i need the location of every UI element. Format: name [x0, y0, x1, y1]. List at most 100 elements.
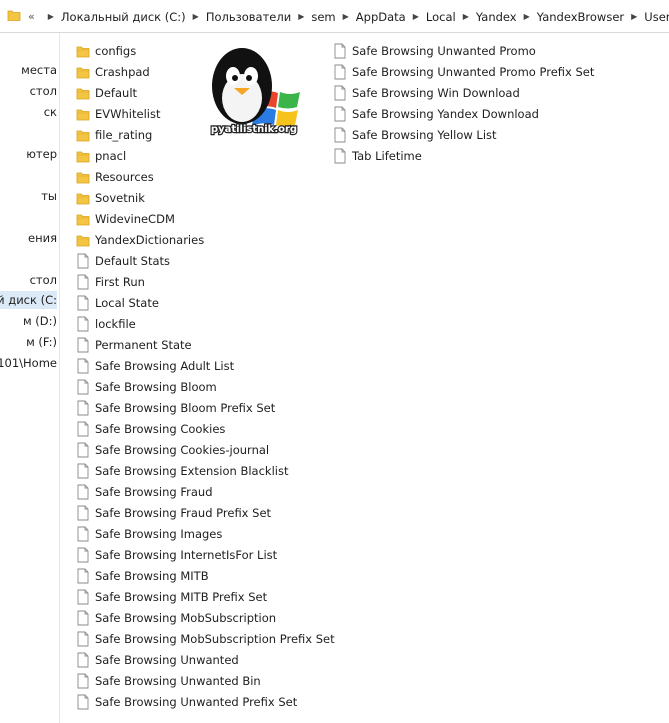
file-item[interactable]: Safe Browsing Unwanted Promo — [333, 40, 594, 61]
navigation-pane: места стол ск ютер ты ения стол й диск (C: м (D:… — [0, 33, 60, 723]
folder-icon — [76, 85, 90, 101]
nav-item[interactable]: м (D:) — [23, 312, 57, 330]
file-item[interactable]: Safe Browsing Bloom — [76, 376, 335, 397]
file-item[interactable]: Safe Browsing Unwanted Bin — [76, 670, 335, 691]
nav-item[interactable]: ения — [28, 229, 57, 247]
item-name: Safe Browsing Fraud Prefix Set — [95, 505, 272, 520]
file-item[interactable]: Safe Browsing MobSubscription Prefix Set — [76, 628, 335, 649]
file-icon — [333, 127, 347, 143]
item-name: Safe Browsing Extension Blacklist — [95, 463, 289, 478]
folder-icon — [76, 106, 90, 122]
nav-item[interactable]: стол — [30, 82, 57, 100]
breadcrumb-item[interactable]: AppData — [356, 10, 406, 24]
item-name: Resources — [95, 169, 154, 184]
item-name: Crashpad — [95, 64, 150, 79]
file-icon — [76, 610, 90, 626]
breadcrumb-item[interactable]: Yandex — [476, 10, 517, 24]
folder-item[interactable]: Resources — [76, 166, 335, 187]
breadcrumb-item[interactable]: sem — [311, 10, 335, 24]
folder-item[interactable]: WidevineCDM — [76, 208, 335, 229]
file-item[interactable]: lockfile — [76, 313, 335, 334]
item-name: Safe Browsing Bloom Prefix Set — [95, 400, 276, 415]
breadcrumb-separator-icon[interactable]: ▶ — [413, 12, 419, 21]
breadcrumb-separator-icon[interactable]: ▶ — [48, 12, 54, 21]
folder-icon — [76, 211, 90, 227]
file-item[interactable]: Safe Browsing MobSubscription — [76, 607, 335, 628]
breadcrumb-item[interactable]: YandexBrowser — [537, 10, 624, 24]
breadcrumb-item[interactable]: Local — [426, 10, 456, 24]
file-item[interactable]: Safe Browsing Fraud — [76, 481, 335, 502]
breadcrumb-item[interactable]: Пользователи — [206, 10, 291, 24]
item-name: Local State — [95, 295, 159, 310]
breadcrumb-separator-icon[interactable]: ▶ — [524, 12, 530, 21]
breadcrumb-separator-icon[interactable]: ▶ — [463, 12, 469, 21]
folder-icon — [7, 8, 21, 22]
file-item[interactable]: Safe Browsing Bloom Prefix Set — [76, 397, 335, 418]
folder-icon — [76, 64, 90, 80]
file-item[interactable]: Safe Browsing Unwanted Prefix Set — [76, 691, 335, 712]
file-icon — [76, 484, 90, 500]
file-item[interactable]: Safe Browsing MITB — [76, 565, 335, 586]
item-name: Safe Browsing MobSubscription Prefix Set — [95, 631, 335, 646]
breadcrumb-separator-icon[interactable]: ▶ — [193, 12, 199, 21]
nav-item[interactable]: ты — [41, 187, 57, 205]
breadcrumb-separator-icon[interactable]: ▶ — [343, 12, 349, 21]
file-item[interactable]: Safe Browsing Unwanted Promo Prefix Set — [333, 61, 594, 82]
file-item[interactable]: Local State — [76, 292, 335, 313]
item-name: Safe Browsing Unwanted — [95, 652, 239, 667]
item-name: Safe Browsing Yandex Download — [352, 106, 539, 121]
file-icon — [76, 379, 90, 395]
watermark-logo: pyatilistnik.org — [202, 42, 306, 146]
breadcrumb-item[interactable]: Локальный диск (C:) — [61, 10, 186, 24]
file-item[interactable]: Safe Browsing Unwanted — [76, 649, 335, 670]
penguin-icon — [212, 48, 272, 124]
item-name: Safe Browsing MobSubscription — [95, 610, 277, 625]
breadcrumb-overflow-button[interactable]: « — [28, 10, 35, 23]
file-icon — [333, 43, 347, 59]
item-name: Default — [95, 85, 138, 100]
file-item[interactable]: Safe Browsing Fraud Prefix Set — [76, 502, 335, 523]
folder-item[interactable]: YandexDictionaries — [76, 229, 335, 250]
item-name: WidevineCDM — [95, 211, 175, 226]
item-name: file_rating — [95, 127, 153, 142]
item-name: lockfile — [95, 316, 136, 331]
file-item[interactable]: Safe Browsing Extension Blacklist — [76, 460, 335, 481]
folder-item[interactable]: pnacl — [76, 145, 335, 166]
folder-icon — [76, 148, 90, 164]
folder-icon — [76, 127, 90, 143]
file-icon — [76, 526, 90, 542]
file-icon — [333, 64, 347, 80]
nav-item[interactable]: стол — [30, 271, 57, 289]
file-item[interactable]: Safe Browsing Yellow List — [333, 124, 594, 145]
file-item[interactable]: Safe Browsing InternetIsFor List — [76, 544, 335, 565]
breadcrumb-separator-icon[interactable]: ▶ — [298, 12, 304, 21]
file-icon — [76, 295, 90, 311]
nav-item[interactable]: t101\Home — [0, 354, 57, 372]
file-icon — [76, 442, 90, 458]
breadcrumb-separator-icon[interactable]: ▶ — [631, 12, 637, 21]
nav-item[interactable]: ютер — [26, 145, 57, 163]
address-bar[interactable]: « ▶ Локальный диск (C:) ▶ Пользователи ▶ sem ▶… — [0, 0, 669, 33]
nav-item[interactable]: места — [21, 61, 57, 79]
nav-item[interactable]: ск — [44, 103, 57, 121]
file-item[interactable]: Tab Lifetime — [333, 145, 594, 166]
file-item[interactable]: Safe Browsing Adult List — [76, 355, 335, 376]
breadcrumb-item[interactable]: User Data — [644, 10, 669, 24]
file-item[interactable]: Safe Browsing Yandex Download — [333, 103, 594, 124]
file-item[interactable]: First Run — [76, 271, 335, 292]
file-list-column-2: Safe Browsing Unwanted Promo Safe Browsin… — [333, 40, 594, 166]
file-item[interactable]: Safe Browsing Win Download — [333, 82, 594, 103]
file-item[interactable]: Permanent State — [76, 334, 335, 355]
breadcrumb: « ▶ Локальный диск (C:) ▶ Пользователи ▶ sem ▶… — [28, 0, 669, 33]
item-name: EVWhitelist — [95, 106, 161, 121]
file-item[interactable]: Safe Browsing Images — [76, 523, 335, 544]
file-item[interactable]: Default Stats — [76, 250, 335, 271]
file-icon — [76, 547, 90, 563]
nav-item[interactable]: м (F:) — [26, 333, 57, 351]
file-item[interactable]: Safe Browsing MITB Prefix Set — [76, 586, 335, 607]
file-item[interactable]: Safe Browsing Cookies-journal — [76, 439, 335, 460]
folder-icon — [76, 43, 90, 59]
folder-item[interactable]: Sovetnik — [76, 187, 335, 208]
file-item[interactable]: Safe Browsing Cookies — [76, 418, 335, 439]
nav-item[interactable]: й диск (C: — [0, 291, 57, 309]
